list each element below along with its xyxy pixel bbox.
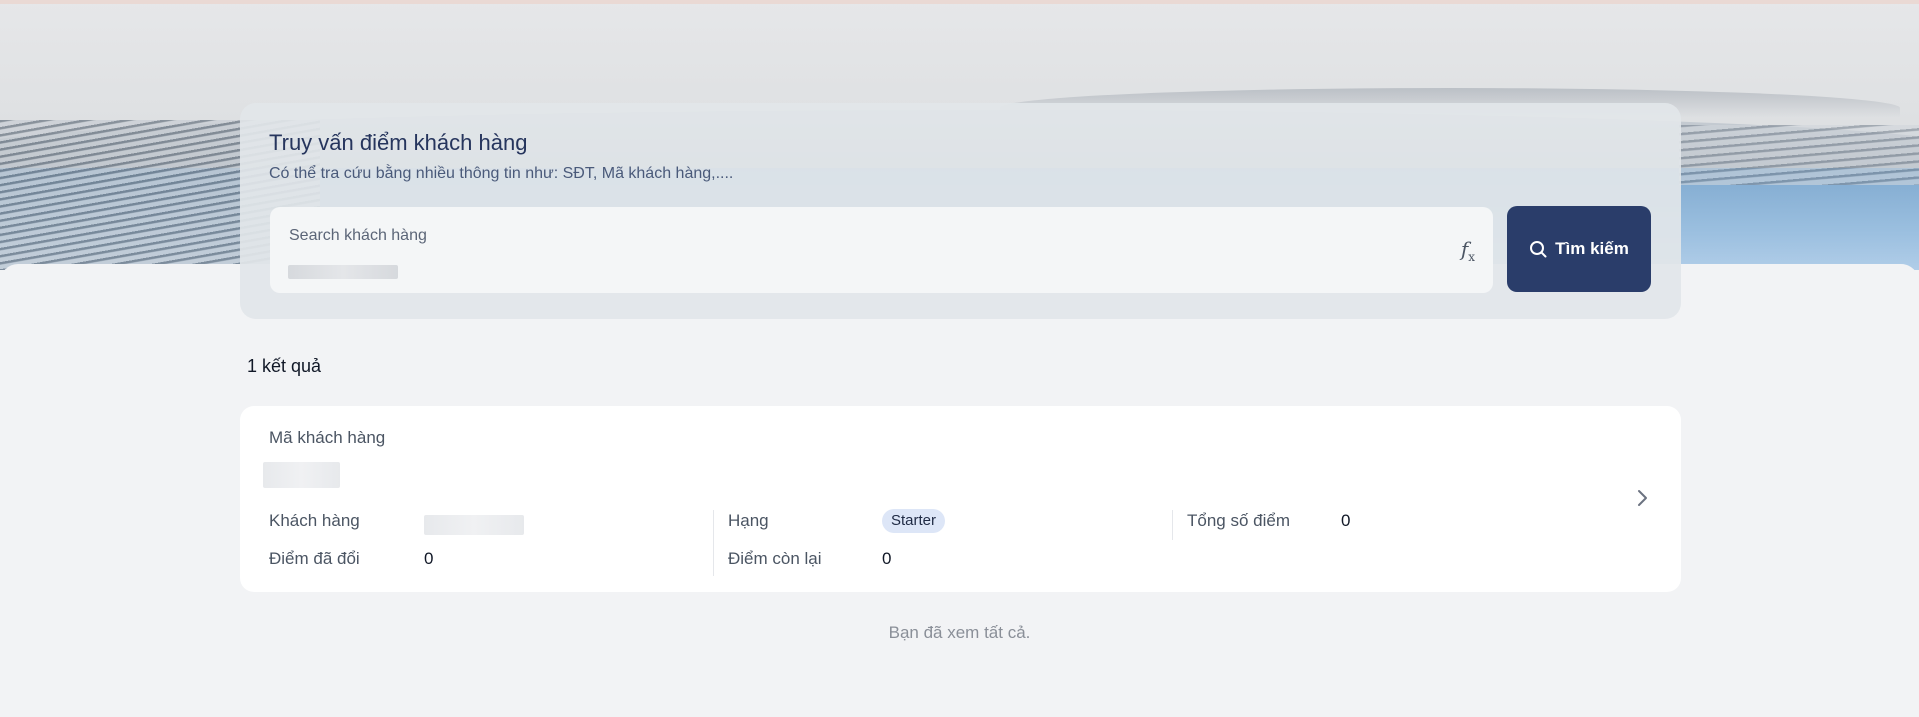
remaining-points-value: 0	[882, 549, 892, 568]
search-button[interactable]: Tìm kiếm	[1507, 206, 1651, 292]
search-icon	[1530, 241, 1547, 258]
end-of-list-note: Bạn đã xem tất cả.	[888, 623, 1031, 642]
remaining-points-label: Điểm còn lại	[728, 549, 822, 568]
result-card[interactable]: Mã khách hàng Khách hàng Hạng Starter Tổ…	[240, 406, 1681, 592]
redeemed-points-value: 0	[424, 549, 434, 568]
customer-code-label: Mã khách hàng	[269, 428, 386, 447]
search-input-value	[288, 265, 398, 279]
search-button-label: Tìm kiếm	[1555, 239, 1629, 258]
rank-badge: Starter	[882, 509, 946, 533]
customer-code-value	[263, 462, 340, 488]
search-subtitle: Có thể tra cứu bằng nhiều thông tin như:…	[269, 165, 734, 182]
result-count: 1 kết quả	[247, 356, 322, 376]
function-icon[interactable]: fx	[1461, 237, 1475, 264]
column-divider	[713, 510, 714, 576]
redeemed-points-label: Điểm đã đổi	[269, 549, 360, 568]
customer-name-value	[424, 515, 524, 535]
hero-decor-stripes-right	[1679, 125, 1919, 185]
customer-name-label: Khách hàng	[269, 511, 360, 530]
search-input[interactable]: Search khách hàng fx	[270, 207, 1493, 293]
rank-label: Hạng	[728, 511, 769, 530]
chevron-right-icon[interactable]	[1631, 487, 1653, 509]
search-input-placeholder: Search khách hàng	[289, 227, 427, 244]
search-panel: Truy vấn điểm khách hàng Có thể tra cứu …	[240, 103, 1681, 319]
top-accent-line	[0, 0, 1919, 4]
search-title: Truy vấn điểm khách hàng	[269, 130, 528, 155]
column-divider	[1172, 510, 1173, 540]
total-points-value: 0	[1341, 511, 1351, 530]
total-points-label: Tổng số điểm	[1187, 511, 1290, 530]
